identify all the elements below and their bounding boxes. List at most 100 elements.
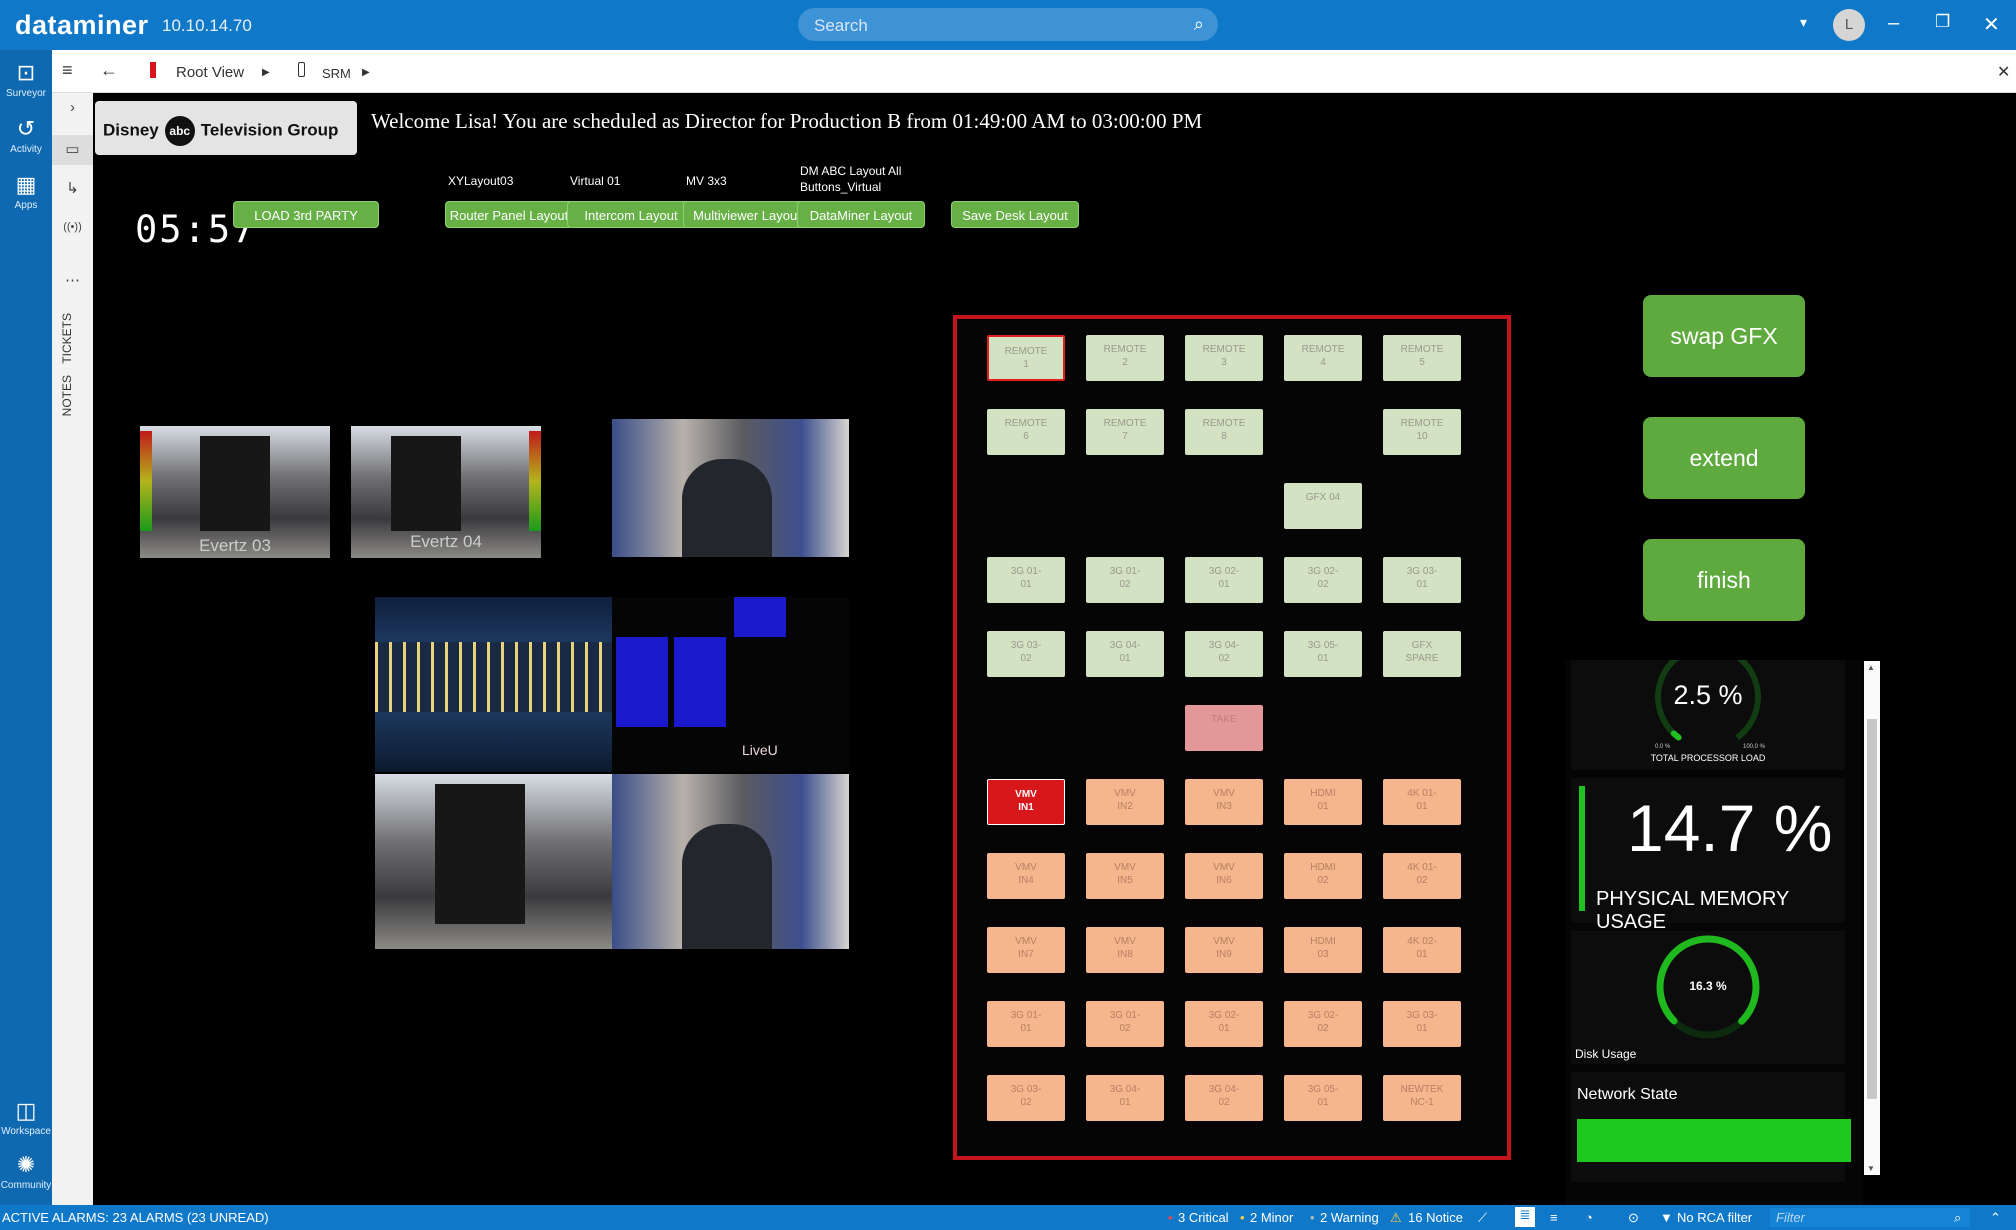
avatar[interactable]: L	[1833, 9, 1865, 41]
dropdown-icon[interactable]: ▾	[1800, 14, 1807, 31]
router-tile[interactable]: REMOTE 3	[1185, 335, 1263, 381]
router-tile[interactable]: VMV IN8	[1086, 927, 1164, 973]
stats-scrollbar[interactable]: ▲ ▼	[1864, 661, 1880, 1175]
router-tile[interactable]: VMV IN6	[1185, 853, 1263, 899]
router-tile[interactable]: 3G 01- 02	[1086, 1001, 1164, 1047]
layout-button[interactable]: Intercom Layout	[567, 201, 695, 228]
router-tile[interactable]: VMV IN5	[1086, 853, 1164, 899]
video-evertz-04[interactable]: Evertz 04	[351, 426, 541, 558]
minimize-icon[interactable]: –	[1888, 12, 1899, 35]
router-tile[interactable]: 3G 01- 01	[987, 1001, 1065, 1047]
filter-icon[interactable]: ▼	[1660, 1210, 1673, 1225]
broadcast-icon[interactable]: ((•))	[52, 221, 93, 233]
router-tile[interactable]: 3G 03- 02	[987, 1075, 1065, 1121]
video-liveu-grid[interactable]: LiveU	[612, 597, 849, 772]
rca-filter[interactable]: No RCA filter	[1677, 1210, 1752, 1225]
router-tile[interactable]: 3G 04- 01	[1086, 1075, 1164, 1121]
router-tile[interactable]: 4K 01- 01	[1383, 779, 1461, 825]
video-press-feed-2[interactable]	[612, 774, 849, 949]
router-tile[interactable]: 3G 03- 01	[1383, 557, 1461, 603]
finish-button[interactable]: finish	[1643, 539, 1805, 621]
close-card-icon[interactable]: ✕	[1997, 62, 2010, 82]
router-tile[interactable]: VMV IN3	[1185, 779, 1263, 825]
notes-tab[interactable]: NOTES	[60, 375, 74, 416]
critical-count[interactable]: 3 Critical	[1178, 1210, 1229, 1225]
scroll-down-icon[interactable]: ▼	[1867, 1164, 1875, 1173]
router-tile[interactable]: 3G 01- 02	[1086, 557, 1164, 603]
router-tile[interactable]: VMV IN4	[987, 853, 1065, 899]
restore-icon[interactable]: ❐	[1935, 12, 1950, 32]
router-tile[interactable]: NEWTEK NC-1	[1383, 1075, 1461, 1121]
filter-input[interactable]: Filter	[1770, 1208, 1970, 1227]
chevron-right-icon[interactable]: ▶	[262, 67, 270, 78]
warning-count[interactable]: 2 Warning	[1320, 1210, 1379, 1225]
router-tile[interactable]: REMOTE 8	[1185, 409, 1263, 455]
search-input[interactable]: Search ⌕	[798, 8, 1218, 41]
nav-apps[interactable]: ▦ Apps	[0, 172, 52, 211]
router-tile[interactable]: REMOTE 6	[987, 409, 1065, 455]
router-tile[interactable]: 4K 01- 02	[1383, 853, 1461, 899]
router-tile[interactable]: TAKE	[1185, 705, 1263, 751]
filter-search-icon[interactable]: ⌕	[1954, 1210, 1961, 1226]
close-window-icon[interactable]: ✕	[1983, 12, 2000, 37]
router-tile[interactable]: 3G 02- 02	[1284, 1001, 1362, 1047]
hamburger-icon[interactable]: ≡	[62, 60, 73, 81]
router-tile[interactable]: REMOTE 5	[1383, 335, 1461, 381]
video-protest-feed[interactable]	[375, 774, 612, 949]
swap-gfx-button[interactable]: swap GFX	[1643, 295, 1805, 377]
list-view-icon[interactable]: ≣	[1515, 1207, 1535, 1227]
router-tile[interactable]: REMOTE 4	[1284, 335, 1362, 381]
router-tile[interactable]: VMV IN9	[1185, 927, 1263, 973]
video-city-skyline[interactable]	[375, 597, 612, 772]
layout-button[interactable]: Multiviewer Layout	[683, 201, 811, 228]
router-tile[interactable]: GFX SPARE	[1383, 631, 1461, 677]
router-tile[interactable]: 3G 02- 01	[1185, 1001, 1263, 1047]
trend-icon[interactable]: ⟋	[1478, 1210, 1487, 1226]
nav-activity[interactable]: ↺ Activity	[0, 116, 52, 155]
route-icon[interactable]: ↳	[52, 179, 93, 197]
router-tile[interactable]: 3G 03- 01	[1383, 1001, 1461, 1047]
router-tile[interactable]: 3G 02- 02	[1284, 557, 1362, 603]
more-icon[interactable]: ⋯	[52, 271, 93, 289]
tickets-tab[interactable]: TICKETS	[60, 313, 74, 364]
router-tile[interactable]: HDMI 03	[1284, 927, 1362, 973]
router-tile[interactable]: 4K 02- 01	[1383, 927, 1461, 973]
router-tile[interactable]: 3G 05- 01	[1284, 1075, 1362, 1121]
router-tile[interactable]: REMOTE 10	[1383, 409, 1461, 455]
router-tile[interactable]: GFX 04	[1284, 483, 1362, 529]
router-tile[interactable]: REMOTE 7	[1086, 409, 1164, 455]
nav-surveyor[interactable]: ⊡ Surveyor	[0, 60, 52, 99]
router-tile[interactable]: HDMI 02	[1284, 853, 1362, 899]
breadcrumb-srm[interactable]: SRM	[322, 66, 351, 81]
router-tile[interactable]: 3G 05- 01	[1284, 631, 1362, 677]
layout-button[interactable]: DataMiner Layout	[797, 201, 925, 228]
router-tile[interactable]: VMV IN2	[1086, 779, 1164, 825]
back-arrow-icon[interactable]: ←	[100, 60, 118, 81]
layout-button[interactable]: LOAD 3rd PARTY	[233, 201, 379, 228]
video-evertz-03[interactable]: Evertz 03	[140, 426, 330, 558]
sort-icon[interactable]: ≡	[1550, 1210, 1558, 1225]
active-alarms[interactable]: ACTIVE ALARMS: 23 ALARMS (23 UNREAD)	[2, 1210, 269, 1225]
minor-count[interactable]: 2 Minor	[1250, 1210, 1293, 1225]
router-tile[interactable]: REMOTE 2	[1086, 335, 1164, 381]
nav-workspace[interactable]: ◫ Workspace	[0, 1098, 52, 1137]
router-tile[interactable]: 3G 04- 01	[1086, 631, 1164, 677]
router-tile[interactable]: 3G 04- 02	[1185, 631, 1263, 677]
layout-button[interactable]: Router Panel Layout	[445, 201, 573, 228]
search-icon[interactable]: ⌕	[1194, 14, 1204, 35]
router-tile[interactable]: VMV IN7	[987, 927, 1065, 973]
router-tile[interactable]: 3G 01- 01	[987, 557, 1065, 603]
router-tile[interactable]: 3G 03- 02	[987, 631, 1065, 677]
clock-icon[interactable]: ◔	[1585, 1210, 1593, 1225]
extend-button[interactable]: extend	[1643, 417, 1805, 499]
video-press-feed[interactable]	[612, 419, 849, 557]
router-tile[interactable]: 3G 04- 02	[1185, 1075, 1263, 1121]
collapse-icon[interactable]: ⌃	[1990, 1210, 2001, 1226]
expand-icon[interactable]: ›	[52, 99, 93, 116]
router-tile[interactable]: VMV IN1	[987, 779, 1065, 825]
card-icon[interactable]: ▭	[52, 135, 93, 165]
target-icon[interactable]: ⊙	[1628, 1210, 1639, 1226]
layout-button[interactable]: Save Desk Layout	[951, 201, 1079, 228]
notice-count[interactable]: 16 Notice	[1408, 1210, 1463, 1225]
router-tile[interactable]: REMOTE 1	[987, 335, 1065, 381]
